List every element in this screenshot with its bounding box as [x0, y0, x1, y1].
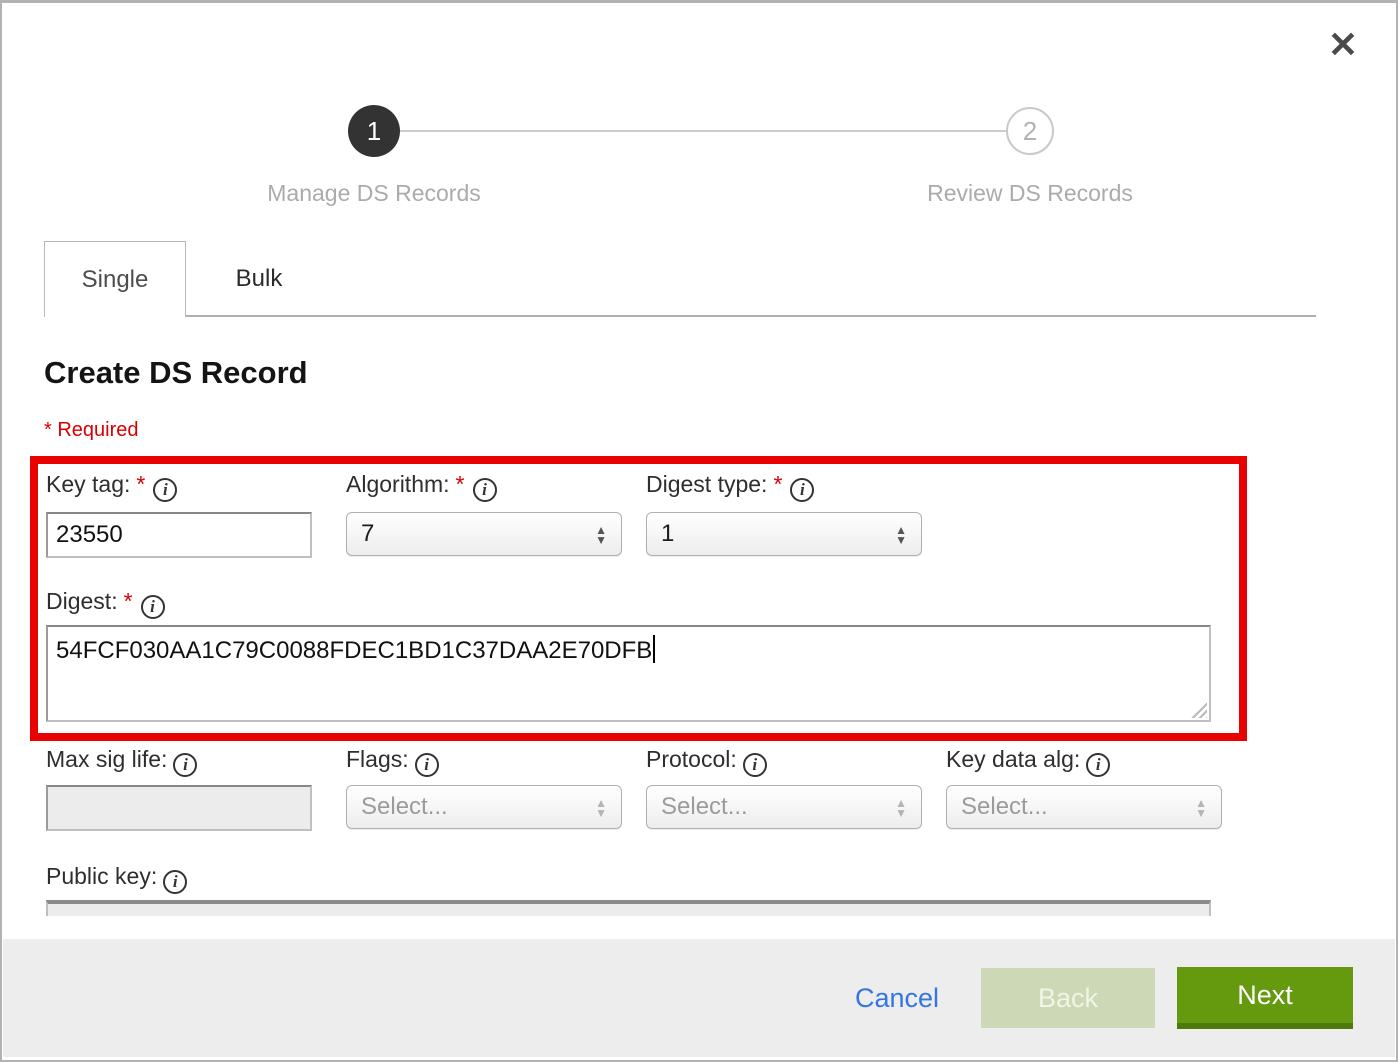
select-stepper-arrows-icon: ▲▼	[595, 786, 607, 830]
page-title: Create DS Record	[44, 355, 308, 391]
protocol-select[interactable]: Select... ▲▼	[646, 785, 922, 829]
info-icon[interactable]: i	[473, 478, 497, 502]
public-key-label-text: Public key:	[46, 863, 157, 889]
info-icon[interactable]: i	[153, 478, 177, 502]
protocol-label: Protocol:i	[646, 746, 767, 777]
info-icon[interactable]: i	[790, 478, 814, 502]
stepper-step-1-label: Manage DS Records	[204, 180, 544, 207]
text-caret	[653, 635, 655, 663]
create-ds-record-modal: ✕ 1 2 Manage DS Records Review DS Record…	[0, 0, 1398, 1062]
key-tag-input[interactable]	[46, 512, 312, 558]
flags-select[interactable]: Select... ▲▼	[346, 785, 622, 829]
key-data-alg-select[interactable]: Select... ▲▼	[946, 785, 1222, 829]
select-stepper-arrows-icon: ▲▼	[1195, 786, 1207, 830]
key-data-alg-label-text: Key data alg:	[946, 746, 1080, 772]
cancel-link[interactable]: Cancel	[855, 983, 939, 1014]
modal-footer: Cancel Back Next	[3, 939, 1395, 1057]
max-sig-life-input[interactable]	[46, 785, 312, 831]
key-data-alg-select-value: Select...	[961, 793, 1048, 820]
public-key-textarea[interactable]	[46, 900, 1211, 916]
public-key-label: Public key:i	[46, 863, 187, 894]
resize-handle-icon[interactable]	[1190, 701, 1207, 718]
required-note: * Required	[44, 419, 139, 442]
flags-select-value: Select...	[361, 793, 448, 820]
digest-value: 54FCF030AA1C79C0088FDEC1BD1C37DAA2E70DFB	[56, 637, 652, 664]
algorithm-label-text: Algorithm:	[346, 471, 450, 497]
info-icon[interactable]: i	[1086, 753, 1110, 777]
stepper-step-2-circle: 2	[1006, 107, 1054, 155]
digest-type-select-value: 1	[661, 520, 674, 547]
algorithm-select-value: 7	[361, 520, 374, 547]
info-icon[interactable]: i	[415, 753, 439, 777]
back-button[interactable]: Back	[981, 968, 1155, 1028]
close-icon[interactable]: ✕	[1328, 27, 1358, 63]
stepper-step-1-circle: 1	[348, 105, 400, 157]
info-icon[interactable]: i	[163, 870, 187, 894]
tab-single[interactable]: Single	[44, 241, 186, 317]
info-icon[interactable]: i	[173, 753, 197, 777]
required-asterisk: *	[124, 588, 133, 614]
digest-textarea[interactable]: 54FCF030AA1C79C0088FDEC1BD1C37DAA2E70DFB	[46, 625, 1211, 722]
required-asterisk: *	[773, 471, 782, 497]
next-button[interactable]: Next	[1177, 967, 1353, 1029]
required-asterisk: *	[456, 471, 465, 497]
flags-label-text: Flags:	[346, 746, 409, 772]
key-tag-label-text: Key tag:	[46, 471, 130, 497]
max-sig-life-label: Max sig life:i	[46, 746, 197, 777]
tab-bar-divider	[186, 315, 1316, 317]
algorithm-select[interactable]: 7 ▲▼	[346, 512, 622, 556]
stepper-step-2-label: Review DS Records	[860, 180, 1200, 207]
tab-bulk[interactable]: Bulk	[186, 241, 332, 317]
stepper-connector-line	[400, 130, 1006, 132]
select-stepper-arrows-icon: ▲▼	[595, 513, 607, 557]
max-sig-life-label-text: Max sig life:	[46, 746, 167, 772]
select-stepper-arrows-icon: ▲▼	[895, 786, 907, 830]
info-icon[interactable]: i	[141, 595, 165, 619]
key-tag-label: Key tag:* i	[46, 471, 177, 502]
algorithm-label: Algorithm:* i	[346, 471, 497, 502]
required-asterisk: *	[136, 471, 145, 497]
protocol-select-value: Select...	[661, 793, 748, 820]
digest-type-label-text: Digest type:	[646, 471, 767, 497]
digest-label-text: Digest:	[46, 588, 118, 614]
digest-type-select[interactable]: 1 ▲▼	[646, 512, 922, 556]
digest-type-label: Digest type:* i	[646, 471, 814, 502]
info-icon[interactable]: i	[743, 753, 767, 777]
protocol-label-text: Protocol:	[646, 746, 737, 772]
flags-label: Flags:i	[346, 746, 439, 777]
digest-label: Digest:* i	[46, 588, 165, 619]
key-data-alg-label: Key data alg:i	[946, 746, 1110, 777]
select-stepper-arrows-icon: ▲▼	[895, 513, 907, 557]
